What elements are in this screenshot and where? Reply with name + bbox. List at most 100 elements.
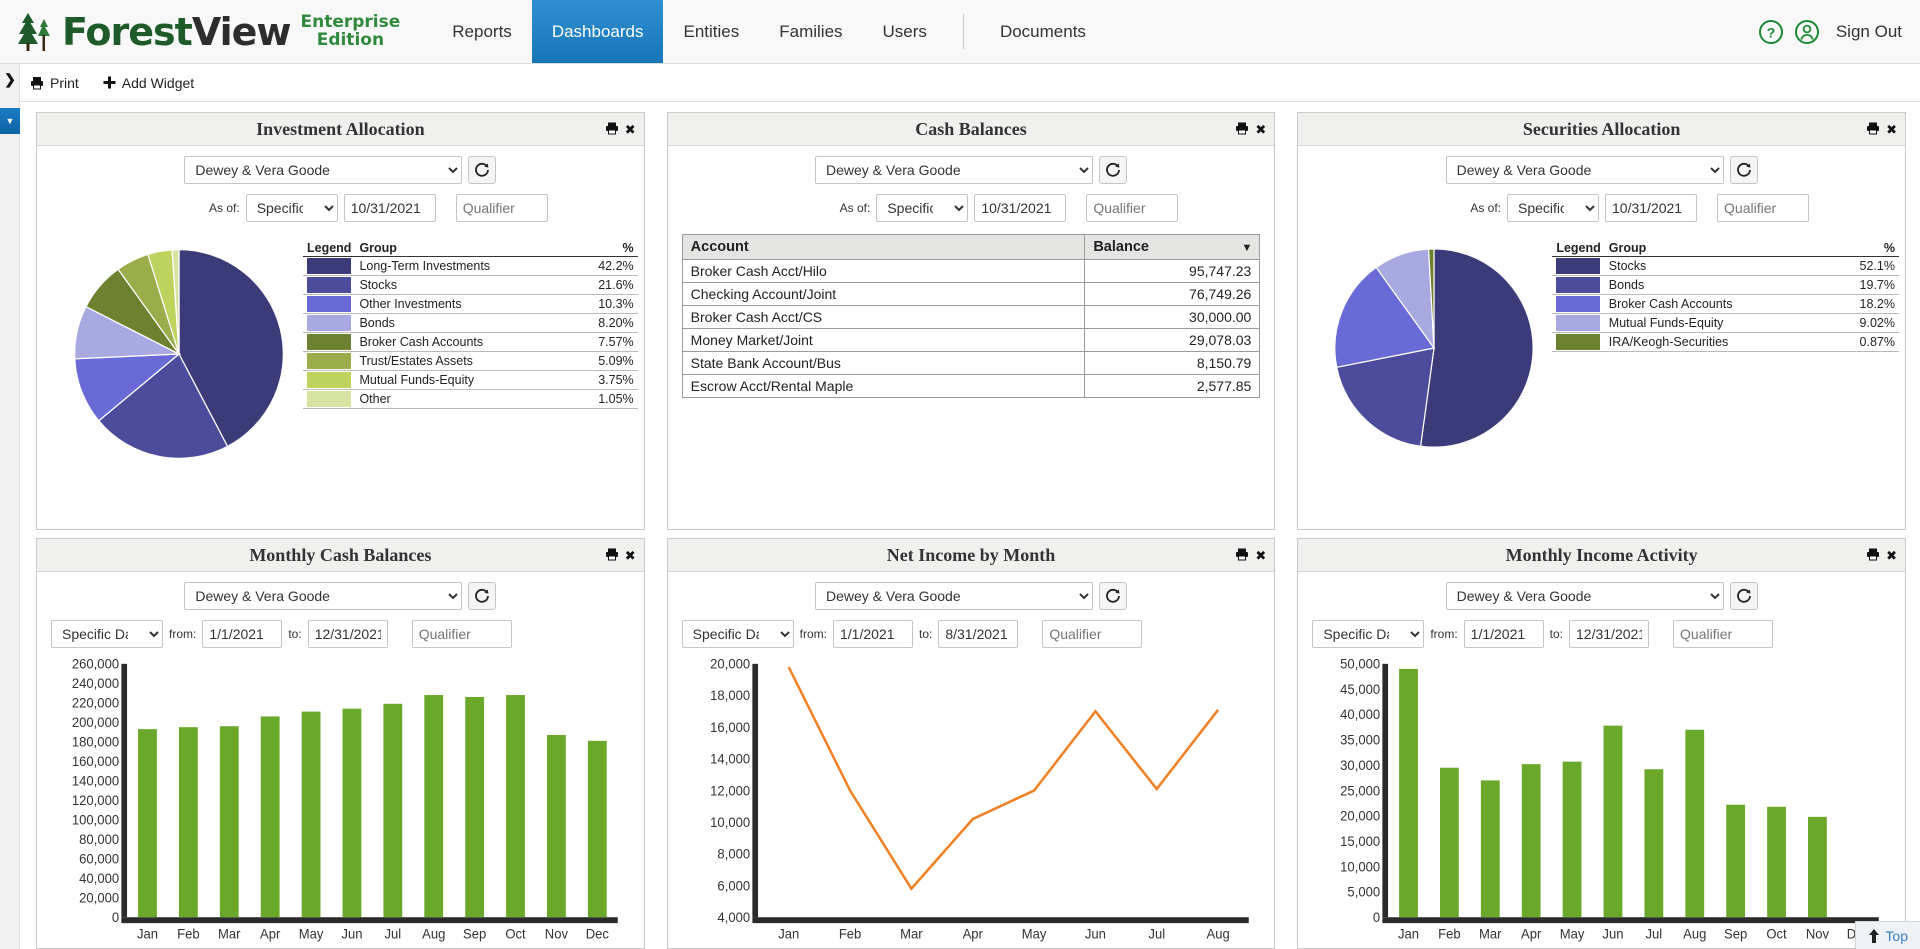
as-of-mode-select[interactable]: Specific Date: [1507, 194, 1599, 222]
print-button[interactable]: Print: [30, 75, 79, 91]
close-icon[interactable]: ✖: [625, 549, 636, 562]
range-mode-select[interactable]: Specific Dates: [1312, 620, 1424, 648]
column-header-balance[interactable]: Balance ▼: [1085, 235, 1260, 260]
as-of-row: As of: Specific Date: [668, 184, 1275, 222]
rail-dropdown-tab[interactable]: ▼: [0, 108, 20, 134]
nav-divider: [963, 14, 964, 49]
as-of-mode-select[interactable]: Specific Date: [246, 194, 338, 222]
nav-item-users[interactable]: Users: [863, 0, 947, 63]
nav-item-documents[interactable]: Documents: [980, 0, 1106, 63]
entity-select[interactable]: Dewey & Vera Goode: [184, 156, 462, 184]
column-header-account[interactable]: Account: [682, 235, 1085, 260]
qualifier-input[interactable]: [1717, 194, 1809, 222]
question-circle-icon[interactable]: ?: [1758, 19, 1784, 45]
legend-row: Broker Cash Accounts7.57%: [303, 333, 638, 352]
x-axis-tick-label: Apr: [1521, 926, 1542, 941]
close-icon[interactable]: ✖: [1886, 123, 1897, 136]
bar: [424, 695, 443, 917]
expand-sidebar-button[interactable]: ❯: [0, 64, 20, 94]
from-date-input[interactable]: [202, 620, 282, 648]
table-row[interactable]: Checking Account/Joint76,749.26: [682, 283, 1260, 306]
print-icon[interactable]: [605, 122, 619, 137]
edition-label: Enterprise Edition: [300, 14, 400, 50]
refresh-button[interactable]: [468, 582, 496, 610]
from-date-input[interactable]: [833, 620, 913, 648]
sign-out-link[interactable]: Sign Out: [1836, 22, 1902, 42]
entity-select[interactable]: Dewey & Vera Goode: [184, 582, 462, 610]
entity-select[interactable]: Dewey & Vera Goode: [815, 582, 1093, 610]
to-date-input[interactable]: [1569, 620, 1649, 648]
entity-row: Dewey & Vera Goode: [37, 572, 644, 610]
as-of-date-input[interactable]: [1605, 194, 1697, 222]
as-of-date-input[interactable]: [974, 194, 1066, 222]
legend-swatch: [303, 276, 355, 295]
close-icon[interactable]: ✖: [625, 123, 636, 136]
back-to-top-link[interactable]: Top: [1885, 928, 1908, 944]
line-chart-svg: 4,0006,0008,00010,00012,00014,00016,0001…: [674, 652, 1265, 948]
entity-select[interactable]: Dewey & Vera Goode: [1446, 582, 1724, 610]
legend-row: Mutual Funds-Equity3.75%: [303, 371, 638, 390]
to-date-input[interactable]: [308, 620, 388, 648]
table-row[interactable]: Money Market/Joint29,078.03: [682, 329, 1260, 352]
chart-and-legend: Legend Group % Long-Term Investments42.2…: [37, 222, 644, 529]
refresh-button[interactable]: [1730, 582, 1758, 610]
refresh-button[interactable]: [468, 156, 496, 184]
close-icon[interactable]: ✖: [1255, 549, 1266, 562]
print-icon[interactable]: [605, 548, 619, 563]
qualifier-input[interactable]: [1086, 194, 1178, 222]
y-axis-tick-label: 5,000: [1348, 884, 1381, 899]
as-of-date-input[interactable]: [344, 194, 436, 222]
nav-item-entities[interactable]: Entities: [663, 0, 759, 63]
bar: [1808, 817, 1827, 917]
entity-select[interactable]: Dewey & Vera Goode: [1446, 156, 1724, 184]
x-axis-tick-label: Aug: [1206, 926, 1229, 941]
as-of-label: As of:: [209, 201, 240, 215]
print-icon[interactable]: [1866, 122, 1880, 137]
print-icon[interactable]: [1235, 548, 1249, 563]
qualifier-input[interactable]: [1042, 620, 1142, 648]
table-row[interactable]: Broker Cash Acct/Hilo95,747.23: [682, 260, 1260, 283]
as-of-mode-select[interactable]: Specific Date: [876, 194, 968, 222]
cell-balance: 76,749.26: [1085, 283, 1260, 306]
y-axis-tick-label: 14,000: [710, 751, 750, 766]
bar: [1686, 730, 1705, 917]
brand-logo[interactable]: ForestView Enterprise Edition: [0, 0, 406, 63]
refresh-button[interactable]: [1099, 156, 1127, 184]
nav-item-reports[interactable]: Reports: [432, 0, 532, 63]
close-icon[interactable]: ✖: [1255, 123, 1266, 136]
entity-row: Dewey & Vera Goode: [668, 146, 1275, 184]
user-circle-icon[interactable]: [1794, 19, 1820, 45]
y-axis-tick-label: 80,000: [79, 832, 119, 847]
entity-select[interactable]: Dewey & Vera Goode: [815, 156, 1093, 184]
chart-and-legend: Legend Group % Stocks52.1%Bonds19.7%Brok…: [1298, 222, 1905, 529]
legend-row: Mutual Funds-Equity9.02%: [1552, 314, 1899, 333]
table-row[interactable]: State Bank Account/Bus8,150.79: [682, 352, 1260, 375]
pine-tree-icon: [14, 9, 60, 55]
print-icon[interactable]: [1235, 122, 1249, 137]
legend-row: Bonds19.7%: [1552, 276, 1899, 295]
nav-item-families[interactable]: Families: [759, 0, 862, 63]
close-icon[interactable]: ✖: [1886, 549, 1897, 562]
x-axis-tick-label: Dec: [586, 926, 610, 941]
table-row[interactable]: Escrow Acct/Rental Maple2,577.85: [682, 375, 1260, 398]
bar: [1767, 807, 1786, 917]
qualifier-input[interactable]: [1673, 620, 1773, 648]
add-widget-button[interactable]: Add Widget: [103, 75, 194, 91]
range-mode-select[interactable]: Specific Dates: [682, 620, 794, 648]
qualifier-input[interactable]: [456, 194, 548, 222]
table-row[interactable]: Broker Cash Acct/CS30,000.00: [682, 306, 1260, 329]
pie-svg: [59, 234, 299, 474]
x-axis-tick-label: Nov: [1806, 926, 1830, 941]
legend-swatch: [1552, 333, 1604, 352]
refresh-button[interactable]: [1099, 582, 1127, 610]
add-widget-label: Add Widget: [122, 75, 194, 91]
qualifier-input[interactable]: [412, 620, 512, 648]
refresh-button[interactable]: [1730, 156, 1758, 184]
to-date-input[interactable]: [938, 620, 1018, 648]
cash-balances-table-wrap: Account Balance ▼ Broker Cash Acct/Hilo9…: [668, 222, 1275, 398]
nav-item-dashboards[interactable]: Dashboards: [532, 0, 664, 63]
entity-row: Dewey & Vera Goode: [668, 572, 1275, 610]
from-date-input[interactable]: [1464, 620, 1544, 648]
range-mode-select[interactable]: Specific Dates: [51, 620, 163, 648]
print-icon[interactable]: [1866, 548, 1880, 563]
